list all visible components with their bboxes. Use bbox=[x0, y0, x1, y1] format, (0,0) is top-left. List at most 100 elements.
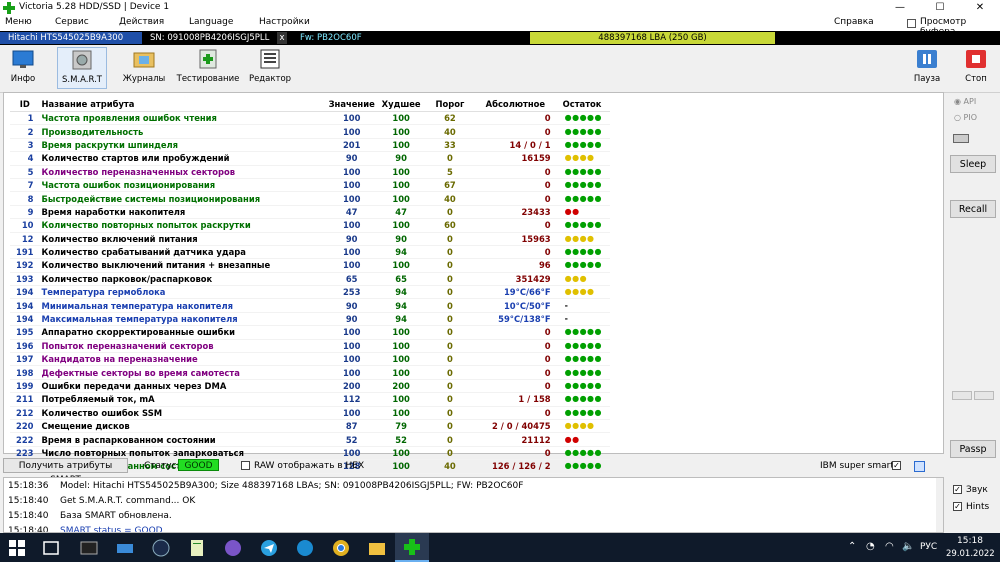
header-worst[interactable]: Худшее bbox=[376, 97, 426, 112]
close-button[interactable]: ✕ bbox=[960, 0, 1000, 16]
table-row[interactable]: 194 Температура гермоблока 253 94 0 19°C/66°F… bbox=[10, 285, 610, 300]
device-model[interactable]: Hitachi HTS545025B9A300 bbox=[0, 32, 142, 44]
color-indicator[interactable] bbox=[914, 461, 925, 472]
table-row[interactable]: 195 Аппаратно скорректированные ошибки 100… bbox=[10, 325, 610, 340]
notepad-icon[interactable] bbox=[188, 539, 206, 557]
table-row[interactable]: 211 Потребляемый ток, mA 112 100 0 1 / 158 ●●●… bbox=[10, 392, 610, 407]
stop-button[interactable]: Стоп bbox=[958, 47, 994, 89]
table-row[interactable]: 4 Количество стартов или пробуждений 90 90 0… bbox=[10, 151, 610, 166]
menu-item-actions[interactable]: Действия bbox=[119, 17, 164, 27]
attr-raw: 23433 bbox=[474, 205, 557, 220]
table-row[interactable]: 10 Количество повторных попыток раскрутки… bbox=[10, 218, 610, 233]
telegram-icon[interactable] bbox=[260, 539, 278, 557]
header-raw[interactable]: Абсолютное bbox=[474, 97, 557, 112]
table-row[interactable]: 194 Минимальная температура накопителя 90 9… bbox=[10, 298, 610, 313]
taskbar-active-app[interactable] bbox=[395, 533, 429, 562]
logs-button[interactable]: Журналы bbox=[121, 47, 167, 89]
ibm-smart-checkbox[interactable]: ✓ bbox=[892, 461, 901, 470]
tray-chevron-icon[interactable]: ⌃ bbox=[848, 541, 856, 552]
editor-button[interactable]: Редактор bbox=[248, 47, 292, 89]
chrome-icon[interactable] bbox=[332, 539, 350, 557]
attr-value: 90 bbox=[326, 151, 377, 166]
attr-health: ●●●●● bbox=[556, 245, 610, 260]
table-row[interactable]: 199 Ошибки передачи данных через DMA 200 20… bbox=[10, 379, 610, 394]
table-row[interactable]: 3 Время раскрутки шпинделя 201 100 33 14 / 0 … bbox=[10, 138, 610, 153]
recall-button[interactable]: Recall bbox=[950, 200, 996, 218]
info-icon bbox=[12, 50, 34, 68]
attr-worst: 100 bbox=[376, 392, 426, 407]
tray-language[interactable]: РУС bbox=[920, 542, 937, 552]
table-row[interactable]: 9 Время наработки накопителя 47 47 0 23433 ●● bbox=[10, 205, 610, 220]
table-row[interactable]: 191 Количество срабатываний датчика удара… bbox=[10, 245, 610, 260]
attr-name: Время в распаркованном состоянии bbox=[39, 432, 327, 447]
table-row[interactable]: 196 Попыток переназначений секторов 100 100… bbox=[10, 339, 610, 354]
menu-item-language[interactable]: Language bbox=[189, 17, 233, 27]
tray-volume-icon[interactable]: 🔈 bbox=[902, 541, 914, 552]
table-row[interactable]: 220 Смещение дисков 87 79 0 2 / 0 / 40475 ●●●● bbox=[10, 419, 610, 434]
minimize-button[interactable]: — bbox=[880, 0, 920, 16]
device-close-button[interactable]: x bbox=[277, 32, 287, 44]
header-threshold[interactable]: Порог bbox=[425, 97, 475, 112]
header-id[interactable]: ID bbox=[10, 97, 40, 112]
tray-date[interactable]: 29.01.2022 bbox=[946, 549, 995, 559]
log-scrollbar[interactable] bbox=[936, 478, 943, 532]
table-row[interactable]: 194 Максимальная температура накопителя 90… bbox=[10, 312, 610, 327]
attr-name: Частота ошибок позиционирования bbox=[39, 178, 327, 193]
attr-raw: 16159 bbox=[474, 151, 557, 166]
radio-api[interactable]: ◉ API bbox=[954, 97, 976, 106]
attr-threshold: 0 bbox=[425, 419, 475, 434]
windows-start-icon[interactable] bbox=[8, 539, 26, 557]
table-row[interactable]: 1 Частота проявления ошибок чтения 100 100 6… bbox=[10, 111, 610, 126]
menu-item-service[interactable]: Сервис bbox=[55, 17, 89, 27]
attr-threshold: 5 bbox=[425, 165, 475, 179]
steam-icon[interactable] bbox=[152, 539, 170, 557]
header-name[interactable]: Название атрибута bbox=[39, 97, 327, 112]
hints-checkbox[interactable]: ✓ bbox=[953, 502, 962, 511]
attr-value: 90 bbox=[326, 298, 377, 313]
table-row[interactable]: 193 Количество парковок/распарковок 65 65 0 3… bbox=[10, 272, 610, 287]
tray-network-icon[interactable]: ◔ bbox=[866, 541, 875, 552]
table-row[interactable]: 222 Время в распаркованном состоянии 52 52 0… bbox=[10, 432, 610, 447]
taskbar: ⌃ ◔ ◠ 🔈 РУС 15:18 29.01.2022 bbox=[0, 533, 1000, 562]
menu-item-menu[interactable]: Меню bbox=[5, 17, 32, 27]
sound-checkbox[interactable]: ✓ bbox=[953, 485, 962, 494]
tray-wifi-icon[interactable]: ◠ bbox=[885, 541, 894, 552]
log-line: 15:18:40 База SMART обновлена. bbox=[8, 511, 172, 525]
attr-health: ●● bbox=[556, 205, 610, 220]
table-row[interactable]: 8 Быстродействие системы позиционирования… bbox=[10, 191, 610, 206]
attr-id: 9 bbox=[10, 205, 40, 220]
task-view-icon[interactable] bbox=[42, 539, 60, 557]
attr-raw: 0 bbox=[474, 178, 557, 193]
table-row[interactable]: 2 Производительность 100 100 40 0 ●●●●● bbox=[10, 124, 610, 139]
header-health[interactable]: Остаток bbox=[556, 97, 610, 112]
attr-id: 194 bbox=[10, 285, 40, 300]
smart-button[interactable]: S.M.A.R.T bbox=[57, 47, 107, 89]
viber-icon[interactable] bbox=[224, 539, 242, 557]
tray-time[interactable]: 15:18 bbox=[957, 536, 983, 546]
test-button[interactable]: Тестирование bbox=[176, 47, 240, 89]
info-button[interactable]: Инфо bbox=[3, 47, 43, 89]
table-row[interactable]: 5 Количество переназначенных секторов 100 1… bbox=[10, 165, 610, 179]
radio-pio[interactable]: ○ PIO bbox=[954, 113, 977, 122]
pause-button[interactable]: Пауза bbox=[909, 47, 945, 89]
passp-button[interactable]: Passp bbox=[950, 440, 996, 458]
attr-worst: 100 bbox=[376, 111, 426, 126]
table-row[interactable]: 212 Количество ошибок SSM 100 100 0 0 ●●●●● bbox=[10, 406, 610, 420]
get-smart-button[interactable]: Получить атрибуты SMART bbox=[3, 458, 128, 485]
menu-item-help[interactable]: Справка bbox=[834, 17, 874, 27]
log-text: Get S.M.A.R.T. command... OK bbox=[60, 496, 196, 506]
raw-hex-checkbox[interactable] bbox=[241, 461, 250, 470]
explorer-icon[interactable] bbox=[368, 539, 386, 557]
terminal-icon[interactable] bbox=[80, 539, 98, 557]
maximize-button[interactable]: ☐ bbox=[920, 0, 960, 16]
menu-item-settings[interactable]: Настройки bbox=[259, 17, 310, 27]
table-row[interactable]: 198 Дефектные секторы во время самотеста 1… bbox=[10, 365, 610, 380]
sleep-button[interactable]: Sleep bbox=[950, 155, 996, 173]
table-row[interactable]: 12 Количество включений питания 90 90 0 15963… bbox=[10, 232, 610, 246]
table-row[interactable]: 7 Частота ошибок позиционирования 100 100 67… bbox=[10, 178, 610, 193]
table-row[interactable]: 192 Количество выключений питания + внеза… bbox=[10, 258, 610, 273]
table-row[interactable]: 197 Кандидатов на переназначение 100 100 0 0 ●… bbox=[10, 352, 610, 367]
drive-icon[interactable] bbox=[116, 539, 134, 557]
edge-icon[interactable] bbox=[296, 539, 314, 557]
header-value[interactable]: Значение bbox=[326, 97, 377, 112]
